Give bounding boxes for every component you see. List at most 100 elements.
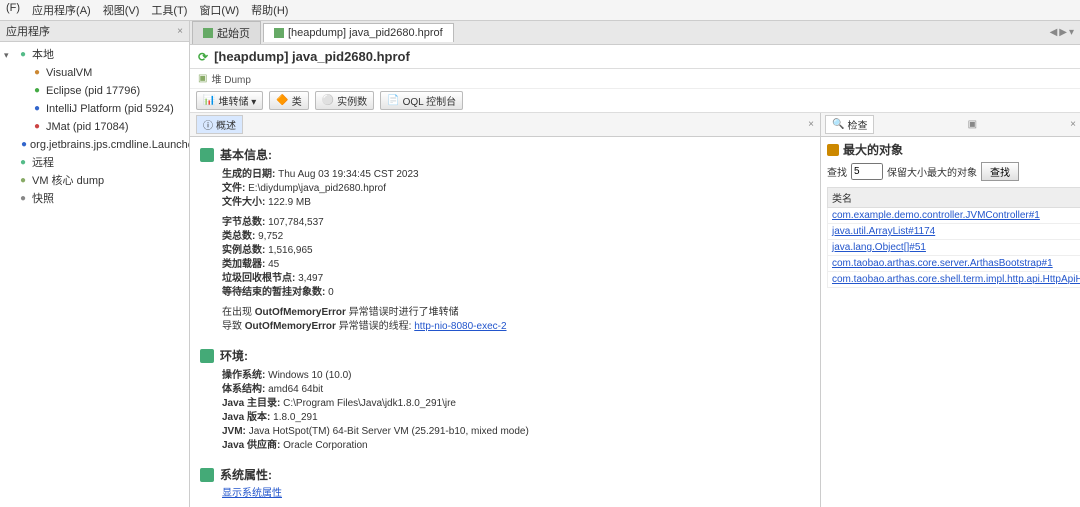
heapdump-dropdown[interactable]: 📊 堆转储 ▾ [196, 91, 263, 110]
table-row[interactable]: com.example.demo.controller.JVMControlle… [828, 208, 1080, 224]
search-icon: 🔍 [832, 119, 844, 130]
kv-row: 字节总数: 107,784,537 [222, 216, 810, 230]
tab-prev-icon[interactable]: ◀ [1050, 27, 1058, 38]
sub-tabs: ⓘ 概述 × [190, 113, 820, 137]
tab-label: 起始页 [217, 25, 250, 41]
kv-row: 垃圾回收根节点: 3,497 [222, 272, 810, 286]
tree-node[interactable]: ●Eclipse (pid 17796) [2, 82, 187, 100]
inspector-tabs: 🔍 检查 ▣ × [821, 113, 1080, 137]
subheader: ▣ 堆 Dump [190, 69, 1080, 89]
thread-link[interactable]: http-nio-8080-exec-2 [414, 321, 506, 332]
classes-button[interactable]: 🔶 类 [269, 91, 308, 110]
apps-panel-label: 应用程序 [6, 23, 50, 39]
close-icon[interactable]: × [808, 119, 814, 130]
tree-node[interactable]: ●快照 [2, 190, 187, 208]
node-icon: ● [21, 139, 27, 151]
btn-label: OQL 控制台 [403, 93, 457, 108]
tree-node[interactable]: ●VisualVM [2, 64, 187, 82]
kv-row: 在出现 OutOfMemoryError 异常错误时进行了堆转储 [222, 306, 810, 320]
apps-panel-tab[interactable]: 应用程序 × [0, 21, 189, 42]
instances-button[interactable]: ⚪ 实例数 [315, 91, 374, 110]
menu-item[interactable]: 窗口(W) [199, 2, 239, 18]
tab-startpage[interactable]: 起始页 [192, 21, 261, 44]
col-classname[interactable]: 类名 [828, 188, 1080, 208]
info-icon: ⓘ [203, 117, 213, 132]
menubar: (F) 应用程序(A) 视图(V) 工具(T) 窗口(W) 帮助(H) [0, 0, 1080, 21]
menu-item[interactable]: 应用程序(A) [32, 2, 91, 18]
show-sysprops-link[interactable]: 显示系统属性 [222, 488, 282, 499]
kv-row: 导致 OutOfMemoryError 异常错误的线程: http-nio-80… [222, 320, 810, 334]
kv-row: Java 主目录: C:\Program Files\Java\jdk1.8.0… [222, 397, 810, 411]
tree-node[interactable]: ●VM 核心 dump [2, 172, 187, 190]
kv-row: 体系结构: amd64 64bit [222, 383, 810, 397]
tree-node[interactable]: ▾●本地 [2, 46, 187, 64]
refresh-icon[interactable]: ⟳ [198, 50, 208, 64]
kv-row: 文件大小: 122.9 MB [222, 196, 810, 210]
inspector-panel: 🔍 检查 ▣ × 最大的对象 查找 保留大小最大的对象 查找 [820, 113, 1080, 507]
class-link[interactable]: com.taobao.arthas.core.shell.term.impl.h… [832, 274, 1080, 285]
menu-item[interactable]: 帮助(H) [251, 2, 288, 18]
node-icon: ● [17, 157, 29, 169]
class-link[interactable]: java.util.ArrayList#1174 [832, 226, 935, 237]
basic-info-header: 基本信息: [200, 147, 810, 164]
oql-console-button[interactable]: 📄 OQL 控制台 [380, 91, 463, 110]
btn-label: 实例数 [337, 93, 367, 108]
minimize-icon[interactable]: ▣ [968, 119, 977, 130]
overview-tab[interactable]: ⓘ 概述 [196, 115, 243, 134]
section-icon [827, 144, 839, 156]
table-row[interactable]: com.taobao.arthas.core.server.ArthasBoot… [828, 256, 1080, 272]
class-link[interactable]: com.example.demo.controller.JVMControlle… [832, 210, 1040, 221]
kv-row: Java 版本: 1.8.0_291 [222, 411, 810, 425]
tab-menu-icon[interactable]: ▾ [1069, 27, 1074, 38]
menu-item[interactable]: 工具(T) [151, 2, 187, 18]
menu-item[interactable]: (F) [6, 2, 20, 18]
tab-next-icon[interactable]: ▶ [1059, 27, 1067, 38]
kv-row: 等待结束的暂挂对象数: 0 [222, 286, 810, 300]
search-row: 查找 保留大小最大的对象 查找 [827, 162, 1074, 181]
node-label: org.jetbrains.jps.cmdline.Launcher (pid … [30, 137, 189, 153]
tab-heapdump[interactable]: [heapdump] java_pid2680.hprof [263, 23, 454, 42]
node-icon: ● [17, 193, 29, 205]
node-label: 远程 [32, 155, 54, 171]
class-link[interactable]: java.lang.Object[]#51 [832, 242, 926, 253]
close-icon[interactable]: × [1070, 119, 1076, 130]
right-panel: 起始页 [heapdump] java_pid2680.hprof ◀ ▶ ▾ … [190, 21, 1080, 507]
table-row[interactable]: java.util.ArrayList#117478,871,816 [828, 224, 1080, 240]
biggest-objects-table: 类名 保留大小 com.example.demo.controller.JVMC… [827, 187, 1080, 288]
node-icon: ● [31, 85, 43, 97]
sysprops-header: 系统属性: [200, 467, 810, 484]
tree-node[interactable]: ●JMat (pid 17084) [2, 118, 187, 136]
menu-item[interactable]: 视图(V) [103, 2, 140, 18]
count-input[interactable] [851, 163, 883, 180]
section-icon [200, 468, 214, 482]
overview-content: 基本信息: 生成的日期: Thu Aug 03 19:34:45 CST 202… [190, 137, 820, 507]
tab-label: 检查 [847, 117, 867, 132]
tree-node[interactable]: ●远程 [2, 154, 187, 172]
node-label: JMat (pid 17084) [46, 119, 129, 135]
kv-row: 类总数: 9,752 [222, 230, 810, 244]
left-panel: 应用程序 × ▾●本地●VisualVM●Eclipse (pid 17796)… [0, 21, 190, 507]
node-icon: ● [17, 49, 29, 61]
section-icon [200, 148, 214, 162]
node-icon: ● [31, 121, 43, 133]
node-label: 快照 [32, 191, 54, 207]
tree-node[interactable]: ●org.jetbrains.jps.cmdline.Launcher (pid… [2, 136, 187, 154]
find-button[interactable]: 查找 [981, 162, 1019, 181]
kv-row: 文件: E:\diydump\java_pid2680.hprof [222, 182, 810, 196]
node-label: VisualVM [46, 65, 92, 81]
btn-icon: ⚪ [322, 95, 334, 106]
expander-icon[interactable]: ▾ [4, 47, 14, 63]
kv-row: 类加载器: 45 [222, 258, 810, 272]
btn-icon: 🔶 [276, 95, 288, 106]
kv-row: 操作系统: Windows 10 (10.0) [222, 369, 810, 383]
tree-node[interactable]: ●IntelliJ Platform (pid 5924) [2, 100, 187, 118]
toolbar: 📊 堆转储 ▾ 🔶 类 ⚪ 实例数 📄 OQL 控制台 [190, 89, 1080, 113]
kv-row: Java 供应商: Oracle Corporation [222, 439, 810, 453]
table-row[interactable]: com.taobao.arthas.core.shell.term.impl.h… [828, 272, 1080, 288]
close-icon[interactable]: × [177, 26, 183, 37]
subheader-text: 堆 Dump [211, 71, 250, 86]
section-icon [200, 349, 214, 363]
inspect-tab[interactable]: 🔍 检查 [825, 115, 874, 134]
table-row[interactable]: java.lang.Object[]#5178,871,784 [828, 240, 1080, 256]
class-link[interactable]: com.taobao.arthas.core.server.ArthasBoot… [832, 258, 1053, 269]
